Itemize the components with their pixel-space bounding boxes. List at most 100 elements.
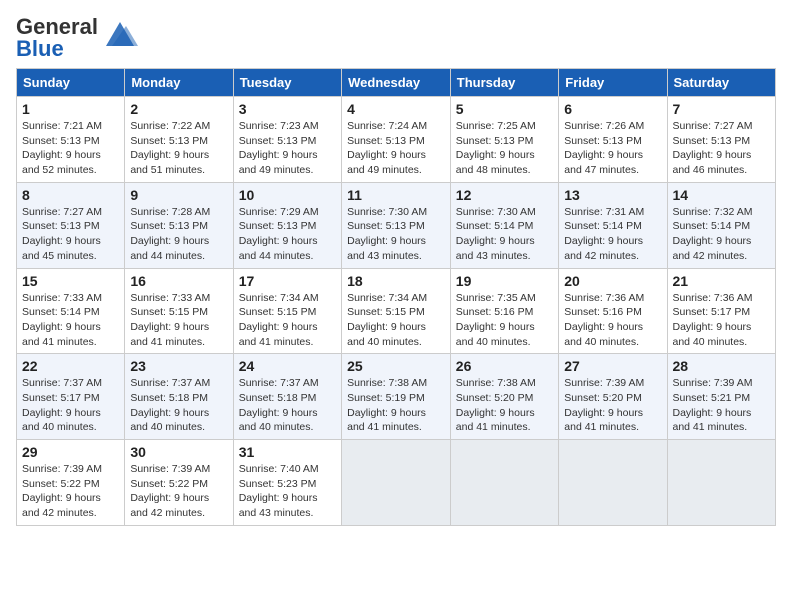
day-info: Sunrise: 7:37 AMSunset: 5:18 PMDaylight:… xyxy=(130,377,210,433)
day-number: 6 xyxy=(564,101,661,117)
day-number: 30 xyxy=(130,444,227,460)
calendar-cell: 15 Sunrise: 7:33 AMSunset: 5:14 PMDaylig… xyxy=(17,268,125,354)
calendar-cell: 12 Sunrise: 7:30 AMSunset: 5:14 PMDaylig… xyxy=(450,182,558,268)
day-info: Sunrise: 7:28 AMSunset: 5:13 PMDaylight:… xyxy=(130,206,210,262)
calendar-cell: 9 Sunrise: 7:28 AMSunset: 5:13 PMDayligh… xyxy=(125,182,233,268)
day-info: Sunrise: 7:34 AMSunset: 5:15 PMDaylight:… xyxy=(347,292,427,348)
day-info: Sunrise: 7:37 AMSunset: 5:17 PMDaylight:… xyxy=(22,377,102,433)
calendar-cell: 21 Sunrise: 7:36 AMSunset: 5:17 PMDaylig… xyxy=(667,268,776,354)
calendar-cell: 13 Sunrise: 7:31 AMSunset: 5:14 PMDaylig… xyxy=(559,182,667,268)
calendar-cell: 2 Sunrise: 7:22 AMSunset: 5:13 PMDayligh… xyxy=(125,97,233,183)
day-info: Sunrise: 7:33 AMSunset: 5:14 PMDaylight:… xyxy=(22,292,102,348)
calendar-cell: 31 Sunrise: 7:40 AMSunset: 5:23 PMDaylig… xyxy=(233,440,341,526)
day-header-monday: Monday xyxy=(125,69,233,97)
calendar-week-row: 29 Sunrise: 7:39 AMSunset: 5:22 PMDaylig… xyxy=(17,440,776,526)
day-header-saturday: Saturday xyxy=(667,69,776,97)
day-number: 16 xyxy=(130,273,227,289)
logo-text: General Blue xyxy=(16,16,98,60)
day-number: 24 xyxy=(239,358,336,374)
day-info: Sunrise: 7:32 AMSunset: 5:14 PMDaylight:… xyxy=(673,206,753,262)
day-info: Sunrise: 7:39 AMSunset: 5:21 PMDaylight:… xyxy=(673,377,753,433)
calendar-cell: 22 Sunrise: 7:37 AMSunset: 5:17 PMDaylig… xyxy=(17,354,125,440)
calendar-cell xyxy=(559,440,667,526)
day-number: 2 xyxy=(130,101,227,117)
day-info: Sunrise: 7:39 AMSunset: 5:22 PMDaylight:… xyxy=(130,463,210,519)
day-number: 22 xyxy=(22,358,119,374)
calendar-week-row: 22 Sunrise: 7:37 AMSunset: 5:17 PMDaylig… xyxy=(17,354,776,440)
calendar-cell: 23 Sunrise: 7:37 AMSunset: 5:18 PMDaylig… xyxy=(125,354,233,440)
calendar-cell: 3 Sunrise: 7:23 AMSunset: 5:13 PMDayligh… xyxy=(233,97,341,183)
calendar-week-row: 1 Sunrise: 7:21 AMSunset: 5:13 PMDayligh… xyxy=(17,97,776,183)
day-number: 21 xyxy=(673,273,771,289)
day-number: 31 xyxy=(239,444,336,460)
day-number: 27 xyxy=(564,358,661,374)
calendar-week-row: 15 Sunrise: 7:33 AMSunset: 5:14 PMDaylig… xyxy=(17,268,776,354)
day-info: Sunrise: 7:35 AMSunset: 5:16 PMDaylight:… xyxy=(456,292,536,348)
calendar-cell: 24 Sunrise: 7:37 AMSunset: 5:18 PMDaylig… xyxy=(233,354,341,440)
day-info: Sunrise: 7:30 AMSunset: 5:14 PMDaylight:… xyxy=(456,206,536,262)
day-info: Sunrise: 7:22 AMSunset: 5:13 PMDaylight:… xyxy=(130,120,210,176)
day-number: 23 xyxy=(130,358,227,374)
calendar-cell: 18 Sunrise: 7:34 AMSunset: 5:15 PMDaylig… xyxy=(342,268,451,354)
calendar-cell: 17 Sunrise: 7:34 AMSunset: 5:15 PMDaylig… xyxy=(233,268,341,354)
day-number: 28 xyxy=(673,358,771,374)
calendar-cell: 20 Sunrise: 7:36 AMSunset: 5:16 PMDaylig… xyxy=(559,268,667,354)
day-info: Sunrise: 7:34 AMSunset: 5:15 PMDaylight:… xyxy=(239,292,319,348)
calendar-cell: 27 Sunrise: 7:39 AMSunset: 5:20 PMDaylig… xyxy=(559,354,667,440)
calendar-cell: 7 Sunrise: 7:27 AMSunset: 5:13 PMDayligh… xyxy=(667,97,776,183)
day-number: 10 xyxy=(239,187,336,203)
day-number: 3 xyxy=(239,101,336,117)
day-number: 8 xyxy=(22,187,119,203)
day-number: 1 xyxy=(22,101,119,117)
calendar-cell: 16 Sunrise: 7:33 AMSunset: 5:15 PMDaylig… xyxy=(125,268,233,354)
day-info: Sunrise: 7:25 AMSunset: 5:13 PMDaylight:… xyxy=(456,120,536,176)
day-number: 29 xyxy=(22,444,119,460)
day-number: 18 xyxy=(347,273,445,289)
day-number: 11 xyxy=(347,187,445,203)
calendar-cell: 14 Sunrise: 7:32 AMSunset: 5:14 PMDaylig… xyxy=(667,182,776,268)
calendar-cell: 25 Sunrise: 7:38 AMSunset: 5:19 PMDaylig… xyxy=(342,354,451,440)
day-info: Sunrise: 7:30 AMSunset: 5:13 PMDaylight:… xyxy=(347,206,427,262)
day-info: Sunrise: 7:21 AMSunset: 5:13 PMDaylight:… xyxy=(22,120,102,176)
day-number: 19 xyxy=(456,273,553,289)
day-number: 15 xyxy=(22,273,119,289)
calendar-table: SundayMondayTuesdayWednesdayThursdayFrid… xyxy=(16,68,776,526)
day-info: Sunrise: 7:38 AMSunset: 5:20 PMDaylight:… xyxy=(456,377,536,433)
day-number: 12 xyxy=(456,187,553,203)
calendar-cell: 29 Sunrise: 7:39 AMSunset: 5:22 PMDaylig… xyxy=(17,440,125,526)
day-number: 5 xyxy=(456,101,553,117)
day-info: Sunrise: 7:33 AMSunset: 5:15 PMDaylight:… xyxy=(130,292,210,348)
day-header-wednesday: Wednesday xyxy=(342,69,451,97)
day-number: 7 xyxy=(673,101,771,117)
calendar-cell: 10 Sunrise: 7:29 AMSunset: 5:13 PMDaylig… xyxy=(233,182,341,268)
day-number: 9 xyxy=(130,187,227,203)
day-info: Sunrise: 7:24 AMSunset: 5:13 PMDaylight:… xyxy=(347,120,427,176)
day-number: 13 xyxy=(564,187,661,203)
calendar-cell: 28 Sunrise: 7:39 AMSunset: 5:21 PMDaylig… xyxy=(667,354,776,440)
day-header-sunday: Sunday xyxy=(17,69,125,97)
day-header-thursday: Thursday xyxy=(450,69,558,97)
day-number: 17 xyxy=(239,273,336,289)
day-info: Sunrise: 7:36 AMSunset: 5:16 PMDaylight:… xyxy=(564,292,644,348)
calendar-header-row: SundayMondayTuesdayWednesdayThursdayFrid… xyxy=(17,69,776,97)
calendar-cell: 4 Sunrise: 7:24 AMSunset: 5:13 PMDayligh… xyxy=(342,97,451,183)
logo: General Blue xyxy=(16,16,138,60)
day-info: Sunrise: 7:38 AMSunset: 5:19 PMDaylight:… xyxy=(347,377,427,433)
day-header-tuesday: Tuesday xyxy=(233,69,341,97)
day-number: 20 xyxy=(564,273,661,289)
calendar-cell: 5 Sunrise: 7:25 AMSunset: 5:13 PMDayligh… xyxy=(450,97,558,183)
calendar-cell: 6 Sunrise: 7:26 AMSunset: 5:13 PMDayligh… xyxy=(559,97,667,183)
day-info: Sunrise: 7:26 AMSunset: 5:13 PMDaylight:… xyxy=(564,120,644,176)
day-info: Sunrise: 7:39 AMSunset: 5:22 PMDaylight:… xyxy=(22,463,102,519)
calendar-cell: 30 Sunrise: 7:39 AMSunset: 5:22 PMDaylig… xyxy=(125,440,233,526)
day-info: Sunrise: 7:37 AMSunset: 5:18 PMDaylight:… xyxy=(239,377,319,433)
calendar-cell: 11 Sunrise: 7:30 AMSunset: 5:13 PMDaylig… xyxy=(342,182,451,268)
day-info: Sunrise: 7:36 AMSunset: 5:17 PMDaylight:… xyxy=(673,292,753,348)
day-info: Sunrise: 7:29 AMSunset: 5:13 PMDaylight:… xyxy=(239,206,319,262)
day-info: Sunrise: 7:23 AMSunset: 5:13 PMDaylight:… xyxy=(239,120,319,176)
day-number: 26 xyxy=(456,358,553,374)
day-info: Sunrise: 7:27 AMSunset: 5:13 PMDaylight:… xyxy=(673,120,753,176)
calendar-cell: 8 Sunrise: 7:27 AMSunset: 5:13 PMDayligh… xyxy=(17,182,125,268)
day-info: Sunrise: 7:39 AMSunset: 5:20 PMDaylight:… xyxy=(564,377,644,433)
day-number: 25 xyxy=(347,358,445,374)
